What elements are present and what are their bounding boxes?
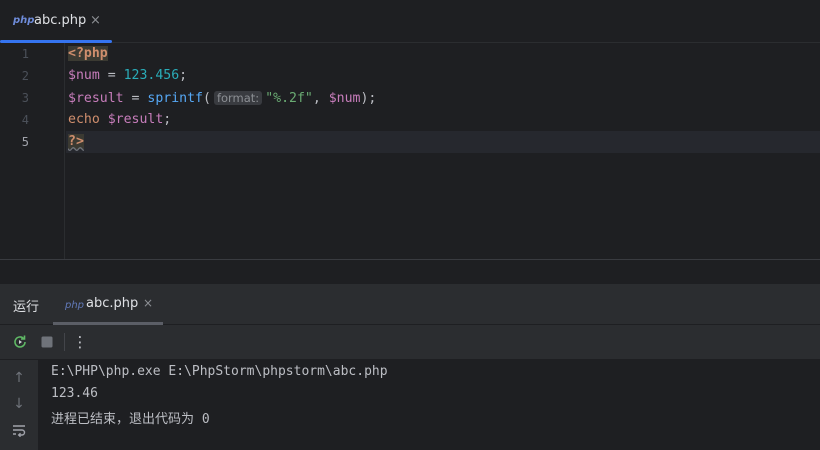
scroll-up-button[interactable]: ↑ — [9, 368, 29, 388]
php-close-tag: ?> — [68, 134, 84, 149]
keyword: echo — [68, 112, 100, 127]
run-console[interactable]: ↑ ↓ E:\PHP\php.exe E:\PhpStorm\phpstorm\… — [0, 360, 820, 450]
arrow-up-icon: ↑ — [13, 370, 25, 386]
php-open-tag: <?php — [68, 46, 108, 61]
run-tab-label: abc.php — [86, 296, 139, 311]
more-options-button[interactable]: ⋮ — [70, 332, 90, 352]
console-output-line: 进程已结束，退出代码为 0 — [51, 412, 210, 427]
paren-close: ); — [360, 91, 377, 106]
rerun-button[interactable] — [10, 332, 30, 352]
code-line-3[interactable]: $result = sprintf(format: "%.2f", $num); — [68, 87, 376, 109]
editor-tab-abc-php[interactable]: php abc.php × — [0, 0, 112, 43]
code-area[interactable]: <?php $num = 123.456; $result = sprintf(… — [66, 43, 820, 259]
rerun-icon — [14, 335, 26, 348]
toolbar-separator — [64, 333, 65, 351]
php-file-icon: php — [65, 300, 85, 311]
line-number: 4 — [21, 113, 29, 127]
function-name: sprintf — [147, 91, 203, 106]
code-line-5[interactable]: ?> — [68, 131, 84, 153]
code-line-2[interactable]: $num = 123.456; — [68, 65, 187, 87]
variable: $result — [107, 112, 164, 127]
run-toolbar: ⋮ — [0, 325, 820, 360]
more-vertical-icon: ⋮ — [72, 333, 88, 351]
line-number: 2 — [21, 69, 29, 83]
variable: $num — [328, 91, 361, 106]
scroll-down-button[interactable]: ↓ — [9, 394, 29, 414]
stop-icon — [41, 336, 53, 348]
semicolon: ; — [179, 68, 188, 83]
parameter-hint: format: — [213, 91, 263, 105]
code-line-4[interactable]: echo $result; — [68, 109, 171, 131]
variable: $result — [68, 91, 124, 106]
line-number: 3 — [21, 91, 29, 105]
soft-wrap-button[interactable] — [9, 420, 29, 440]
semicolon: ; — [163, 112, 172, 127]
line-number-gutter: 1 2 3 4 5 — [0, 43, 65, 259]
paren-open: ( — [202, 91, 211, 106]
variable: $num — [68, 68, 100, 83]
close-icon[interactable]: × — [143, 296, 153, 310]
soft-wrap-icon — [13, 425, 26, 437]
arrow-down-icon: ↓ — [13, 396, 25, 412]
comma: , — [312, 91, 329, 106]
string-literal: "%.2f" — [265, 91, 313, 106]
code-line-1[interactable]: <?php — [68, 43, 108, 65]
stop-button[interactable] — [37, 332, 57, 352]
close-icon[interactable]: × — [90, 13, 101, 28]
editor-tab-label: abc.php — [34, 13, 87, 28]
console-side-toolbar: ↑ ↓ — [0, 360, 38, 450]
console-output-line: 123.46 — [51, 386, 98, 401]
code-editor[interactable]: 1 2 3 4 5 <?php $num = 123.456; $result … — [0, 43, 820, 259]
panel-divider[interactable] — [0, 259, 820, 285]
line-number: 1 — [21, 47, 29, 61]
console-output-line: E:\PHP\php.exe E:\PhpStorm\phpstorm\abc.… — [51, 364, 388, 379]
operator: = — [99, 68, 124, 83]
editor-tab-bar: php abc.php × — [0, 0, 820, 43]
line-number-current: 5 — [21, 135, 29, 149]
operator: = — [123, 91, 148, 106]
run-window-title: 运行 — [13, 300, 40, 315]
php-file-icon: php — [13, 15, 35, 26]
run-tab-abc-php[interactable]: php abc.php × — [53, 284, 163, 325]
number-literal: 123.456 — [123, 68, 180, 83]
run-tool-window-header: 运行 php abc.php × — [0, 284, 820, 325]
